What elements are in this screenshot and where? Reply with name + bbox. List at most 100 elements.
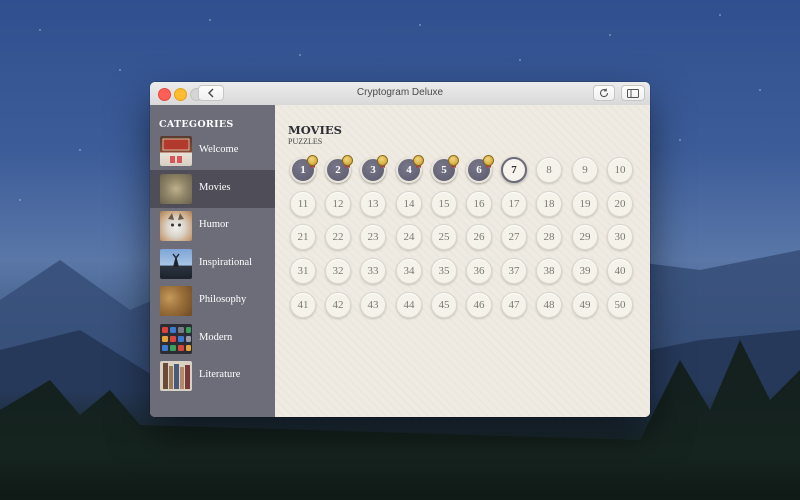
- puzzle-button[interactable]: 49: [572, 292, 598, 318]
- category-item-literature[interactable]: Literature: [150, 357, 275, 395]
- puzzle-button[interactable]: 4: [396, 155, 424, 183]
- puzzle-button[interactable]: 5: [431, 155, 459, 183]
- puzzle-button[interactable]: 44: [396, 292, 422, 318]
- puzzle-button[interactable]: 36: [466, 258, 492, 284]
- puzzle-button[interactable]: 23: [360, 224, 386, 250]
- puzzle-button[interactable]: 31: [290, 258, 316, 284]
- category-title: MOVIES: [288, 123, 342, 137]
- puzzle-number: 14: [403, 198, 415, 210]
- puzzle-number: 6: [476, 164, 482, 176]
- puzzle-button[interactable]: 42: [325, 292, 351, 318]
- puzzle-button[interactable]: 3: [360, 155, 388, 183]
- category-label: Modern: [199, 332, 233, 343]
- puzzle-button[interactable]: 22: [325, 224, 351, 250]
- puzzle-number: 23: [367, 231, 379, 243]
- puzzle-number: 4: [406, 164, 412, 176]
- puzzle-button[interactable]: 18: [536, 191, 562, 217]
- philosophy-thumbnail: [160, 286, 192, 316]
- puzzle-button[interactable]: 21: [290, 224, 316, 250]
- puzzle-button[interactable]: 6: [466, 155, 494, 183]
- medal-icon: [342, 155, 353, 166]
- puzzle-number: 24: [403, 231, 415, 243]
- category-sidebar: CATEGORIES Welcome Movies Humor Inspirat…: [150, 105, 275, 417]
- puzzle-number: 33: [367, 265, 379, 277]
- puzzle-number: 37: [508, 265, 520, 277]
- puzzle-button[interactable]: 37: [501, 258, 527, 284]
- puzzle-button[interactable]: 14: [396, 191, 422, 217]
- puzzle-number: 41: [297, 299, 309, 311]
- puzzle-button[interactable]: 38: [536, 258, 562, 284]
- refresh-icon: [599, 88, 609, 98]
- puzzle-button[interactable]: 8: [536, 157, 562, 183]
- category-item-modern[interactable]: Modern: [150, 320, 275, 358]
- puzzle-number: 48: [543, 299, 555, 311]
- puzzle-number: 29: [579, 231, 591, 243]
- medal-icon: [483, 155, 494, 166]
- puzzle-button[interactable]: 19: [572, 191, 598, 217]
- puzzle-button[interactable]: 13: [360, 191, 386, 217]
- puzzle-button[interactable]: 2: [325, 155, 353, 183]
- puzzle-button[interactable]: 32: [325, 258, 351, 284]
- sidebar-panel-icon: [627, 88, 639, 98]
- puzzle-number: 46: [473, 299, 485, 311]
- puzzles-subtitle: PUZZLES: [288, 137, 323, 146]
- puzzle-button[interactable]: 10: [607, 157, 633, 183]
- puzzle-button[interactable]: 43: [360, 292, 386, 318]
- puzzle-number: 38: [543, 265, 555, 277]
- puzzle-button[interactable]: 34: [396, 258, 422, 284]
- puzzle-button[interactable]: 48: [536, 292, 562, 318]
- humor-thumbnail: [160, 211, 192, 241]
- category-item-humor[interactable]: Humor: [150, 207, 275, 245]
- puzzle-button[interactable]: 9: [572, 157, 598, 183]
- sidebar-heading: CATEGORIES: [159, 119, 234, 130]
- puzzle-number: 1: [300, 164, 306, 176]
- category-item-philosophy[interactable]: Philosophy: [150, 282, 275, 320]
- puzzle-button[interactable]: 24: [396, 224, 422, 250]
- puzzle-button[interactable]: 26: [466, 224, 492, 250]
- puzzle-button[interactable]: 45: [431, 292, 457, 318]
- puzzle-button[interactable]: 28: [536, 224, 562, 250]
- welcome-thumbnail: [160, 136, 192, 166]
- puzzle-number: 25: [438, 231, 450, 243]
- refresh-button[interactable]: [593, 85, 615, 101]
- puzzle-button[interactable]: 27: [501, 224, 527, 250]
- puzzle-button[interactable]: 16: [466, 191, 492, 217]
- puzzle-number: 20: [614, 198, 626, 210]
- puzzle-button[interactable]: 15: [431, 191, 457, 217]
- puzzle-button[interactable]: 1: [290, 155, 318, 183]
- puzzle-button[interactable]: 50: [607, 292, 633, 318]
- category-label: Philosophy: [199, 294, 247, 305]
- category-item-welcome[interactable]: Welcome: [150, 132, 275, 170]
- puzzle-number: 18: [543, 198, 555, 210]
- puzzle-button[interactable]: 25: [431, 224, 457, 250]
- puzzle-number: 36: [473, 265, 485, 277]
- category-item-inspirational[interactable]: Inspirational: [150, 245, 275, 283]
- puzzle-button[interactable]: 35: [431, 258, 457, 284]
- puzzle-button[interactable]: 17: [501, 191, 527, 217]
- puzzle-button[interactable]: 7: [501, 157, 527, 183]
- category-item-movies[interactable]: Movies: [150, 170, 275, 208]
- puzzle-button[interactable]: 46: [466, 292, 492, 318]
- puzzle-button[interactable]: 29: [572, 224, 598, 250]
- modern-thumbnail: [160, 324, 192, 354]
- puzzle-button[interactable]: 30: [607, 224, 633, 250]
- puzzle-number: 8: [546, 164, 552, 176]
- puzzle-number: 47: [508, 299, 520, 311]
- puzzle-number: 19: [579, 198, 591, 210]
- puzzle-button[interactable]: 11: [290, 191, 316, 217]
- puzzle-button[interactable]: 47: [501, 292, 527, 318]
- puzzle-button[interactable]: 39: [572, 258, 598, 284]
- puzzle-button[interactable]: 20: [607, 191, 633, 217]
- puzzle-number: 30: [614, 231, 626, 243]
- puzzle-number: 16: [473, 198, 485, 210]
- puzzle-number: 12: [332, 198, 344, 210]
- puzzle-button[interactable]: 12: [325, 191, 351, 217]
- toggle-panel-button[interactable]: [621, 85, 645, 101]
- puzzle-button[interactable]: 40: [607, 258, 633, 284]
- title-bar: Cryptogram Deluxe: [150, 82, 650, 106]
- puzzle-button[interactable]: 41: [290, 292, 316, 318]
- puzzle-button[interactable]: 33: [360, 258, 386, 284]
- puzzle-number: 2: [335, 164, 341, 176]
- puzzle-number: 11: [297, 198, 309, 210]
- category-label: Movies: [199, 182, 231, 193]
